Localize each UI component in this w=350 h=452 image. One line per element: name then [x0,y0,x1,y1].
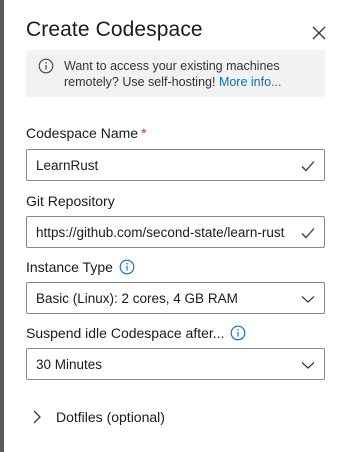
instance-type-label-text: Instance Type [26,259,113,275]
codespace-name-label: Codespace Name * [26,125,147,141]
codespace-name-input[interactable]: LearnRust [26,149,325,181]
info-icon [38,58,54,74]
codespace-name-label-text: Codespace Name [26,125,139,141]
chevron-right-icon [33,410,41,424]
window-edge [0,0,4,452]
suspend-idle-label-text: Suspend idle Codespace after... [26,325,225,341]
suspend-idle-select[interactable]: 30 Minutes [26,348,325,380]
close-icon [312,26,326,40]
self-hosting-info-banner: Want to access your existing machines re… [26,50,325,97]
git-repository-label: Git Repository [26,193,115,209]
info-icon[interactable] [230,325,246,341]
git-repository-value: https://github.com/second-state/learn-ru… [36,225,285,240]
info-message: Want to access your existing machines re… [64,58,319,90]
checkmark-icon [301,161,315,172]
close-button[interactable] [308,22,330,44]
chevron-down-icon [301,296,315,303]
instance-type-select[interactable]: Basic (Linux): 2 cores, 4 GB RAM [26,282,325,314]
more-info-link[interactable]: More info... [219,75,282,89]
codespace-name-value: LearnRust [36,158,99,173]
panel-title: Create Codespace [26,18,203,41]
suspend-idle-label: Suspend idle Codespace after... [26,325,246,341]
dotfiles-label: Dotfiles (optional) [56,409,165,425]
required-marker: * [141,125,147,141]
instance-type-value: Basic (Linux): 2 cores, 4 GB RAM [36,291,238,306]
info-icon[interactable] [119,259,135,275]
git-repository-input[interactable]: https://github.com/second-state/learn-ru… [26,216,325,248]
chevron-down-icon [301,362,315,369]
suspend-idle-value: 30 Minutes [36,357,103,372]
checkmark-icon [301,228,315,239]
instance-type-label: Instance Type [26,259,135,275]
